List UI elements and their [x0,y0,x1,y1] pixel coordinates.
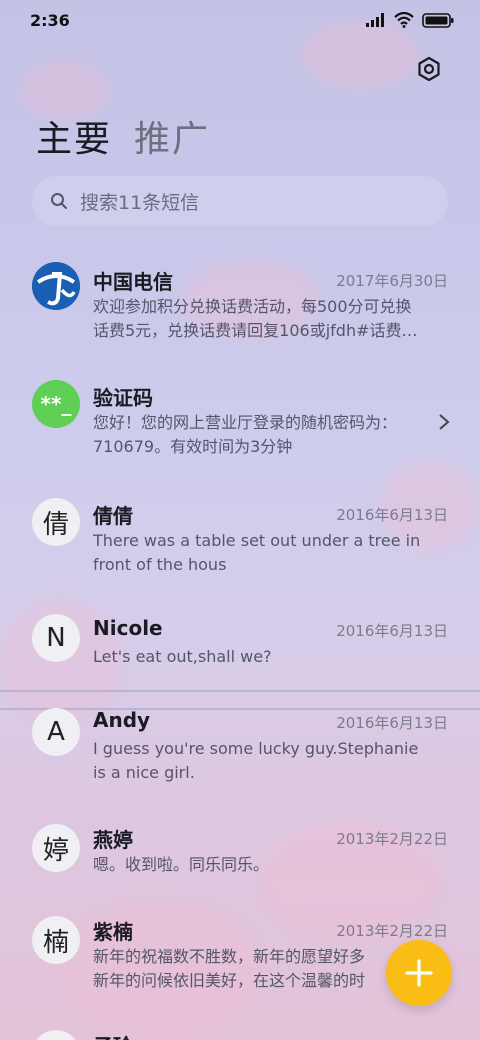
preview-line: 欢迎参加积分兑换话费活动，每500分可兑换 [93,297,412,316]
conversation-date: 2013年2月22日 [336,830,448,848]
search-placeholder: 搜索11条短信 [80,191,200,214]
conversation-item[interactable]: 中国电信 2017年6月30日 欢迎参加积分兑换话费活动，每500分可兑换 话费… [0,262,480,362]
avatar: 婷 [32,824,80,872]
signal-icon [366,13,384,27]
conversation-item[interactable]: 倩 倩倩 2016年6月13日 There was a table set ou… [0,496,480,596]
conversation-item[interactable]: 婷 燕婷 2013年2月22日 嗯。收到啦。同乐同乐。 [0,822,480,902]
avatar [32,262,80,310]
conversation-item[interactable]: 子玲 [0,1028,480,1040]
avatar: N [32,614,80,662]
conversation-preview: 您好！您的网上营业厅登录的随机密码为： 710679。有效时间为3分钟 [93,411,423,459]
avatar: 倩 [32,498,80,546]
conversation-date: 2017年6月30日 [336,272,448,290]
tab-main[interactable]: 主要 [36,110,112,162]
preview-line: 嗯。收到啦。同乐同乐。 [93,855,270,874]
conversation-name: Nicole [93,616,163,640]
conversation-name: 中国电信 [93,270,173,294]
preview-line: is a nice girl. [93,763,195,782]
conversation-preview: 嗯。收到啦。同乐同乐。 [93,853,445,877]
preview-line: Let's eat out,shall we? [93,647,272,666]
avatar: A [32,708,80,756]
plus-icon [405,959,433,987]
conversation-item[interactable]: N Nicole 2016年6月13日 Let's eat out,shall … [0,612,480,692]
tab-promotions[interactable]: 推广 [134,110,210,162]
conversation-preview: 欢迎参加积分兑换话费活动，每500分可兑换 话费5元，兑换话费请回复106或jf… [93,295,445,343]
conversation-preview: Let's eat out,shall we? [93,645,445,669]
new-message-button[interactable] [386,940,452,1006]
search-icon [51,193,67,209]
conversation-item[interactable]: **_ 验证码 您好！您的网上营业厅登录的随机密码为： 710679。有效时间为… [0,378,480,478]
wifi-icon [394,12,414,28]
conversation-preview: 新年的祝福数不胜数，新年的愿望好多 新年的问候依旧美好，在这个温馨的时 [93,945,393,993]
category-tabs: 主要 推广 [36,110,210,162]
battery-icon [422,12,454,28]
conversation-item[interactable]: A Andy 2016年6月13日 I guess you're some lu… [0,706,480,806]
preview-line: 710679。有效时间为3分钟 [93,437,293,456]
avatar: **_ [32,380,80,428]
avatar: 楠 [32,916,80,964]
conversation-name: Andy [93,708,151,732]
settings-icon [418,56,440,82]
conversation-name: 倩倩 [93,504,133,528]
preview-line: 新年的问候依旧美好，在这个温馨的时 [93,971,366,990]
conversation-preview: I guess you're some lucky guy.Stephanie … [93,737,445,785]
settings-button[interactable] [416,56,442,82]
china-telecom-logo-icon [32,262,80,310]
preview-line: I guess you're some lucky guy.Stephanie [93,739,419,758]
conversation-name: 紫楠 [93,920,133,944]
status-bar: 2:36 [0,0,480,40]
conversation-date: 2013年2月22日 [336,922,448,940]
preview-line: front of the hous [93,555,227,574]
preview-line: There was a table set out under a tree i… [93,531,421,550]
search-bar[interactable]: 搜索11条短信 [32,176,448,226]
preview-line: 您好！您的网上营业厅登录的随机密码为： [93,413,398,432]
status-icons [366,12,454,28]
conversation-name: 验证码 [93,386,153,410]
conversation-name: 燕婷 [93,828,133,852]
conversation-name: 子玲 [93,1030,133,1040]
conversation-date: 2016年6月13日 [336,622,448,640]
chevron-right-icon[interactable] [438,413,450,431]
conversation-date: 2016年6月13日 [336,714,448,732]
preview-line: 话费5元，兑换话费请回复106或jfdh#话费… [93,321,418,340]
status-time: 2:36 [30,11,70,30]
avatar [32,1030,80,1040]
conversation-date: 2016年6月13日 [336,506,448,524]
preview-line: 新年的祝福数不胜数，新年的愿望好多 [93,947,366,966]
conversation-preview: There was a table set out under a tree i… [93,529,445,577]
